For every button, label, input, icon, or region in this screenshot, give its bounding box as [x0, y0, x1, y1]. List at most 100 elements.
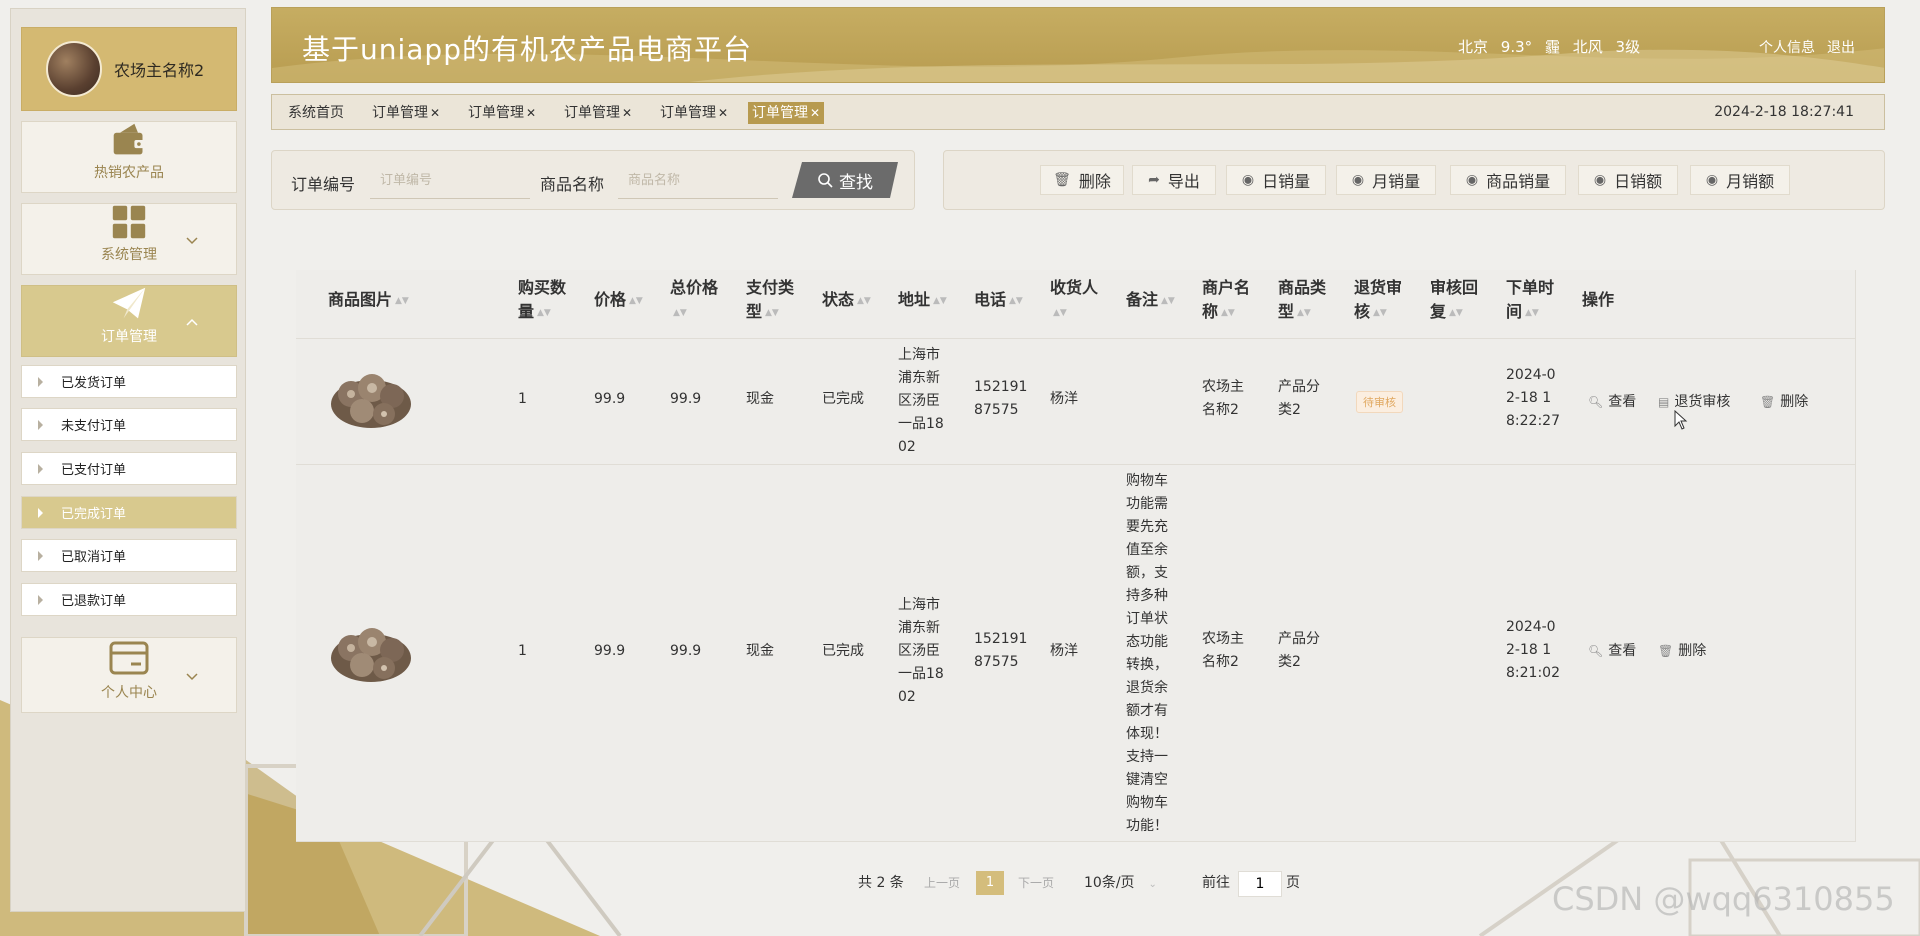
cell-phone: 152191 87575 — [974, 376, 1027, 422]
cell-line: 2-18 1 — [1506, 642, 1552, 658]
close-icon[interactable]: ✕ — [622, 106, 632, 120]
search-button[interactable]: 查找 — [792, 162, 898, 198]
monthly-revenue-label: 月销额 — [1726, 172, 1775, 191]
logout-link[interactable]: 退出 — [1827, 37, 1855, 57]
row-delete-button[interactable]: 🗑 删除 — [1658, 640, 1706, 660]
refund-review-button[interactable]: ▤ 退货审核 — [1658, 391, 1730, 411]
sort-icon[interactable]: ▲▼ — [1297, 301, 1311, 325]
sidebar-item-cancelled-orders[interactable]: 已取消订单 — [21, 539, 237, 572]
view-button[interactable]: 🔍︎ 查看 — [1588, 391, 1636, 411]
th-quantity[interactable]: 购买数量 ▲▼ — [518, 276, 566, 325]
sort-icon[interactable]: ▲▼ — [857, 289, 871, 313]
prev-page-button[interactable]: 上一页 — [924, 874, 960, 891]
row-delete-button[interactable]: 🗑 删除 — [1760, 391, 1808, 411]
cell-line: 订单状 — [1126, 611, 1168, 627]
th-review-reply[interactable]: 审核回复 ▲▼ — [1430, 276, 1478, 325]
sidebar-item-shipped-orders[interactable]: 已发货订单 — [21, 365, 237, 398]
next-page-button[interactable]: 下一页 — [1018, 874, 1054, 891]
delete-button[interactable]: 🗑 删除 — [1040, 165, 1124, 195]
sort-icon[interactable]: ▲▼ — [1449, 301, 1463, 325]
close-icon[interactable]: ✕ — [430, 106, 440, 120]
daily-revenue-button[interactable]: ◉ 日销额 — [1578, 165, 1678, 195]
caret-right-icon — [38, 594, 43, 605]
tab-order-management[interactable]: 订单管理 ✕ — [464, 102, 540, 124]
order-no-input[interactable] — [370, 163, 530, 199]
product-sales-button[interactable]: ◉ 商品销量 — [1450, 165, 1566, 195]
cell-line: 值至余 — [1126, 542, 1168, 558]
close-icon[interactable]: ✕ — [810, 106, 820, 120]
menu-label: 系统管理 — [101, 247, 157, 263]
sort-icon[interactable]: ▲▼ — [1161, 289, 1175, 313]
sort-icon[interactable]: ▲▼ — [933, 289, 947, 313]
radio-icon: ◉ — [1705, 172, 1719, 188]
th-status[interactable]: 状态 ▲▼ — [822, 288, 871, 313]
sidebar-item-paid-orders[interactable]: 已支付订单 — [21, 452, 237, 485]
th-receiver[interactable]: 收货人 ▲▼ — [1050, 276, 1098, 325]
sort-icon[interactable]: ▲▼ — [1221, 301, 1235, 325]
daily-revenue-label: 日销额 — [1614, 172, 1663, 191]
product-name-input[interactable] — [618, 163, 778, 199]
cell-line: 8:22:27 — [1506, 413, 1560, 429]
sort-icon[interactable]: ▲▼ — [537, 301, 551, 325]
th-merchant-name[interactable]: 商户名称 ▲▼ — [1202, 276, 1250, 325]
search-icon: 🔍︎ — [1588, 395, 1604, 409]
th-order-time[interactable]: 下单时间 ▲▼ — [1506, 276, 1554, 325]
tab-order-management[interactable]: 订单管理 ✕ — [656, 102, 732, 124]
th-product-image[interactable]: 商品图片 ▲▼ — [328, 288, 409, 313]
th-label: 商品类 — [1278, 278, 1327, 297]
page-number-current[interactable]: 1 — [976, 871, 1004, 895]
cell-line: 87575 — [974, 402, 1019, 418]
goto-page-input[interactable] — [1238, 871, 1282, 897]
sort-icon[interactable]: ▲▼ — [1053, 301, 1067, 325]
radio-icon: ◉ — [1593, 172, 1607, 188]
th-refund-review[interactable]: 退货审核 ▲▼ — [1354, 276, 1402, 325]
cell-status: 已完成 — [822, 391, 864, 407]
sort-icon[interactable]: ▲▼ — [765, 301, 779, 325]
tab-home[interactable]: 系统首页 — [284, 102, 348, 124]
view-button[interactable]: 🔍︎ 查看 — [1588, 640, 1636, 660]
radio-icon: ◉ — [1351, 172, 1365, 188]
close-icon[interactable]: ✕ — [526, 106, 536, 120]
th-total-price[interactable]: 总价格 ▲▼ — [670, 276, 718, 325]
search-panel: 订单编号 商品名称 查找 — [271, 150, 915, 210]
tab-order-management[interactable]: 订单管理 ✕ — [368, 102, 444, 124]
th-address[interactable]: 地址 ▲▼ — [898, 288, 947, 313]
tab-order-management-active[interactable]: 订单管理 ✕ — [748, 102, 825, 124]
sort-icon[interactable]: ▲▼ — [1525, 301, 1539, 325]
sort-icon[interactable]: ▲▼ — [1009, 289, 1023, 313]
export-button[interactable]: ➦ 导出 — [1132, 165, 1216, 195]
sidebar-item-unpaid-orders[interactable]: 未支付订单 — [21, 408, 237, 441]
caret-right-icon — [38, 463, 43, 474]
search-icon — [817, 172, 833, 188]
tab-order-management[interactable]: 订单管理 ✕ — [560, 102, 636, 124]
weather-info: 北京 9.3° 霾 北风 3级 — [1458, 36, 1648, 57]
monthly-revenue-button[interactable]: ◉ 月销额 — [1690, 165, 1790, 195]
menu-system-management[interactable]: 系统管理 — [21, 203, 237, 275]
sort-icon[interactable]: ▲▼ — [395, 289, 409, 313]
profile-link[interactable]: 个人信息 — [1759, 37, 1815, 57]
daily-sales-button[interactable]: ◉ 日销量 — [1226, 165, 1326, 195]
monthly-sales-button[interactable]: ◉ 月销量 — [1336, 165, 1436, 195]
th-note[interactable]: 备注 ▲▼ — [1126, 288, 1175, 313]
sort-icon[interactable]: ▲▼ — [629, 289, 643, 313]
th-phone[interactable]: 电话 ▲▼ — [974, 288, 1023, 313]
sidebar-item-completed-orders[interactable]: 已完成订单 — [21, 496, 237, 529]
th-product-type[interactable]: 商品类型 ▲▼ — [1278, 276, 1326, 325]
th-price[interactable]: 价格 ▲▼ — [594, 288, 643, 313]
th-label: 退货审 — [1354, 278, 1403, 297]
tab-label: 订单管理 — [752, 105, 808, 121]
menu-personal-center[interactable]: 个人中心 — [21, 637, 237, 713]
th-label: 复 — [1430, 302, 1447, 321]
delete-label: 删除 — [1078, 172, 1111, 191]
sort-icon[interactable]: ▲▼ — [673, 301, 687, 325]
sort-icon[interactable]: ▲▼ — [1373, 301, 1387, 325]
op-label: 删除 — [1780, 394, 1809, 410]
menu-hot-products[interactable]: 热销农产品 — [21, 121, 237, 193]
sidebar-item-refunded-orders[interactable]: 已退款订单 — [21, 583, 237, 616]
user-card[interactable]: 农场主名称2 — [21, 27, 237, 111]
th-payment-type[interactable]: 支付类型 ▲▼ — [746, 276, 794, 325]
cell-line: 区汤臣 — [898, 643, 940, 659]
page-size-select[interactable]: 10条/页 ⌄ — [1084, 872, 1157, 892]
close-icon[interactable]: ✕ — [718, 106, 728, 120]
menu-order-management[interactable]: 订单管理 — [21, 285, 237, 357]
